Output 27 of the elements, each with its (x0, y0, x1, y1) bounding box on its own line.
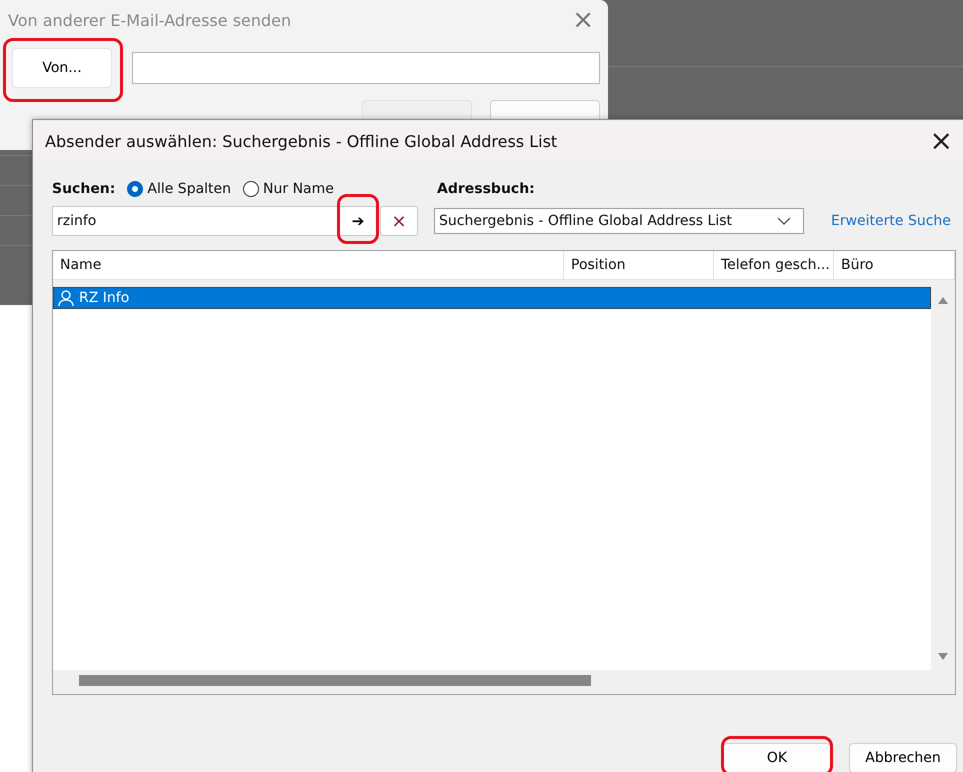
address-book-dropdown[interactable]: Suchergebnis - Offline Global Address List (434, 208, 804, 234)
window-title: Von anderer E-Mail-Adresse senden (8, 10, 292, 30)
clear-button[interactable]: × (380, 206, 418, 236)
window-title: Absender auswählen: Suchergebnis - Offline Global Address List (45, 132, 558, 150)
advanced-search-link[interactable]: Erweiterte Suche (831, 213, 951, 229)
search-field[interactable]: rzinfo (52, 206, 338, 236)
person-icon (57, 289, 75, 307)
table-row[interactable]: RZ Info (53, 287, 931, 309)
close-button[interactable]: × (930, 127, 953, 155)
address-field[interactable] (132, 52, 600, 84)
scrollbar-thumb[interactable] (79, 675, 591, 686)
radio-option[interactable]: Nur Name (243, 181, 334, 197)
column-header[interactable]: Position (564, 251, 714, 279)
dialog-button[interactable]: Abbrechen (849, 743, 957, 772)
scroll-up-icon[interactable] (937, 295, 949, 305)
close-button[interactable]: × (572, 7, 594, 33)
column-header[interactable]: Name (53, 251, 564, 279)
search-label: Suchen: (52, 181, 116, 197)
scroll-down-icon[interactable] (937, 652, 949, 662)
search-button[interactable]: ➔ (338, 206, 378, 236)
address-book-label: Adressbuch: (437, 181, 535, 197)
column-header[interactable]: Büro (834, 251, 955, 279)
column-header[interactable]: Telefon gesch... (714, 251, 834, 279)
chevron-down-icon (777, 217, 791, 225)
radio-option[interactable]: Alle Spalten (127, 181, 232, 197)
from-button[interactable]: Von... (12, 48, 112, 88)
dialog-button[interactable]: OK (723, 743, 831, 772)
